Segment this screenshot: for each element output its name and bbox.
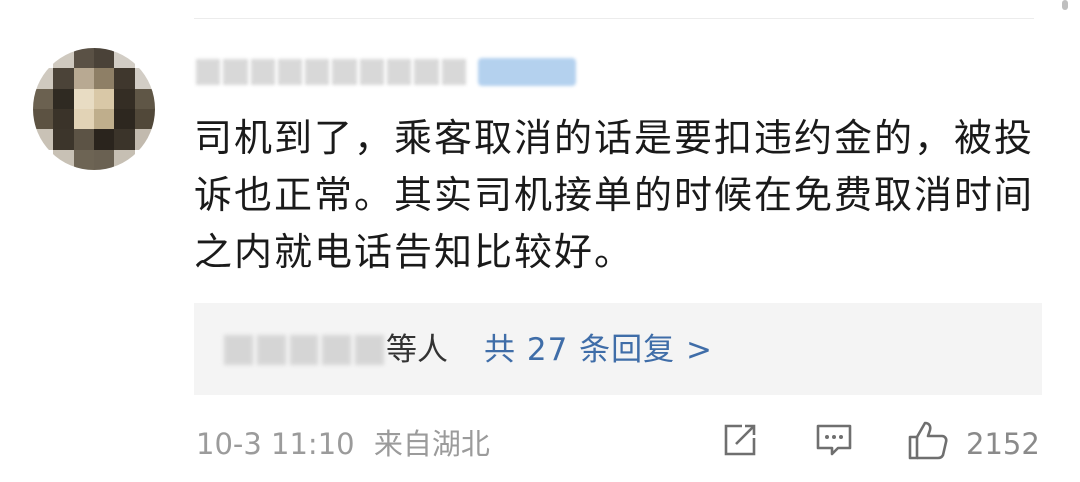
scrollbar[interactable] [1062,0,1068,10]
thumbs-up-icon[interactable] [906,418,950,462]
comment-location: 来自湖北 [373,427,490,461]
reply-users-blurred [224,335,384,365]
comment-meta: 10-3 11:10 来自湖北 [196,424,490,464]
replies-preview[interactable]: 等人 共 27 条回复 > [194,303,1042,395]
username-blurred[interactable] [196,57,466,87]
comment-date: 10-3 11:10 [196,427,355,461]
comment-icon[interactable] [814,420,854,460]
reply-users-suffix: 等人 [386,332,448,368]
like-count[interactable]: 2152 [966,424,1040,464]
member-badge-blurred [478,58,576,86]
top-divider [194,18,1034,19]
comment-text: 司机到了，乘客取消的话是要扣违约金的，被投诉也正常。其实司机接单的时候在免费取消… [194,116,1035,274]
view-replies-link[interactable]: 共 27 条回复 > [484,330,713,370]
share-icon[interactable] [720,420,760,460]
avatar[interactable] [33,48,155,170]
